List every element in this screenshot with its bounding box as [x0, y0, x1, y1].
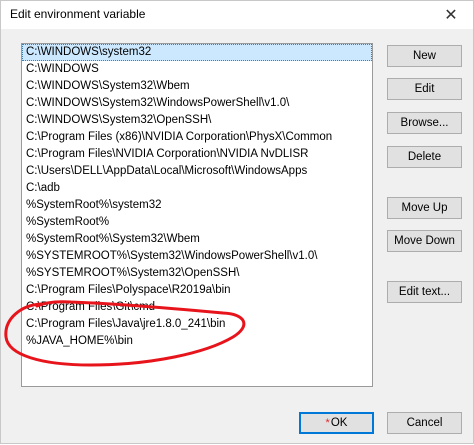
- edit-environment-variable-dialog: Edit environment variable ✕ C:\WINDOWS\s…: [0, 0, 474, 444]
- title-bar: Edit environment variable ✕: [1, 1, 473, 29]
- list-item[interactable]: %JAVA_HOME%\bin: [22, 333, 372, 350]
- list-item[interactable]: C:\Program Files\NVIDIA Corporation\NVID…: [22, 146, 372, 163]
- list-item[interactable]: C:\Program Files\Git\cmd: [22, 299, 372, 316]
- move-down-button[interactable]: Move Down: [387, 230, 462, 252]
- move-up-button[interactable]: Move Up: [387, 197, 462, 219]
- list-item[interactable]: %SystemRoot%\system32: [22, 197, 372, 214]
- list-item[interactable]: C:\WINDOWS\System32\OpenSSH\: [22, 112, 372, 129]
- new-button[interactable]: New: [387, 45, 462, 67]
- list-item[interactable]: C:\WINDOWS\System32\WindowsPowerShell\v1…: [22, 95, 372, 112]
- delete-button[interactable]: Delete: [387, 146, 462, 168]
- browse-button[interactable]: Browse...: [387, 112, 462, 134]
- ok-marker: *: [325, 417, 330, 429]
- list-item[interactable]: %SystemRoot%\System32\Wbem: [22, 231, 372, 248]
- list-item[interactable]: C:\Users\DELL\AppData\Local\Microsoft\Wi…: [22, 163, 372, 180]
- edit-button[interactable]: Edit: [387, 78, 462, 100]
- ok-button[interactable]: * OK: [299, 412, 374, 434]
- edit-text-button[interactable]: Edit text...: [387, 281, 462, 303]
- close-icon[interactable]: ✕: [429, 1, 473, 29]
- list-item[interactable]: C:\Program Files\Polyspace\R2019a\bin: [22, 282, 372, 299]
- list-item[interactable]: C:\WINDOWS\system32: [22, 44, 372, 61]
- list-item[interactable]: %SystemRoot%: [22, 214, 372, 231]
- dialog-title: Edit environment variable: [10, 7, 146, 21]
- list-item[interactable]: C:\WINDOWS\System32\Wbem: [22, 78, 372, 95]
- list-item[interactable]: C:\WINDOWS: [22, 61, 372, 78]
- path-list[interactable]: C:\WINDOWS\system32 C:\WINDOWS C:\WINDOWS\…: [21, 43, 373, 387]
- cancel-button[interactable]: Cancel: [387, 412, 462, 434]
- list-item[interactable]: C:\adb: [22, 180, 372, 197]
- list-item[interactable]: %SYSTEMROOT%\System32\OpenSSH\: [22, 265, 372, 282]
- ok-button-label: OK: [330, 417, 348, 429]
- list-item[interactable]: %SYSTEMROOT%\System32\WindowsPowerShell\…: [22, 248, 372, 265]
- list-item[interactable]: C:\Program Files\Java\jre1.8.0_241\bin: [22, 316, 372, 333]
- list-item[interactable]: C:\Program Files (x86)\NVIDIA Corporatio…: [22, 129, 372, 146]
